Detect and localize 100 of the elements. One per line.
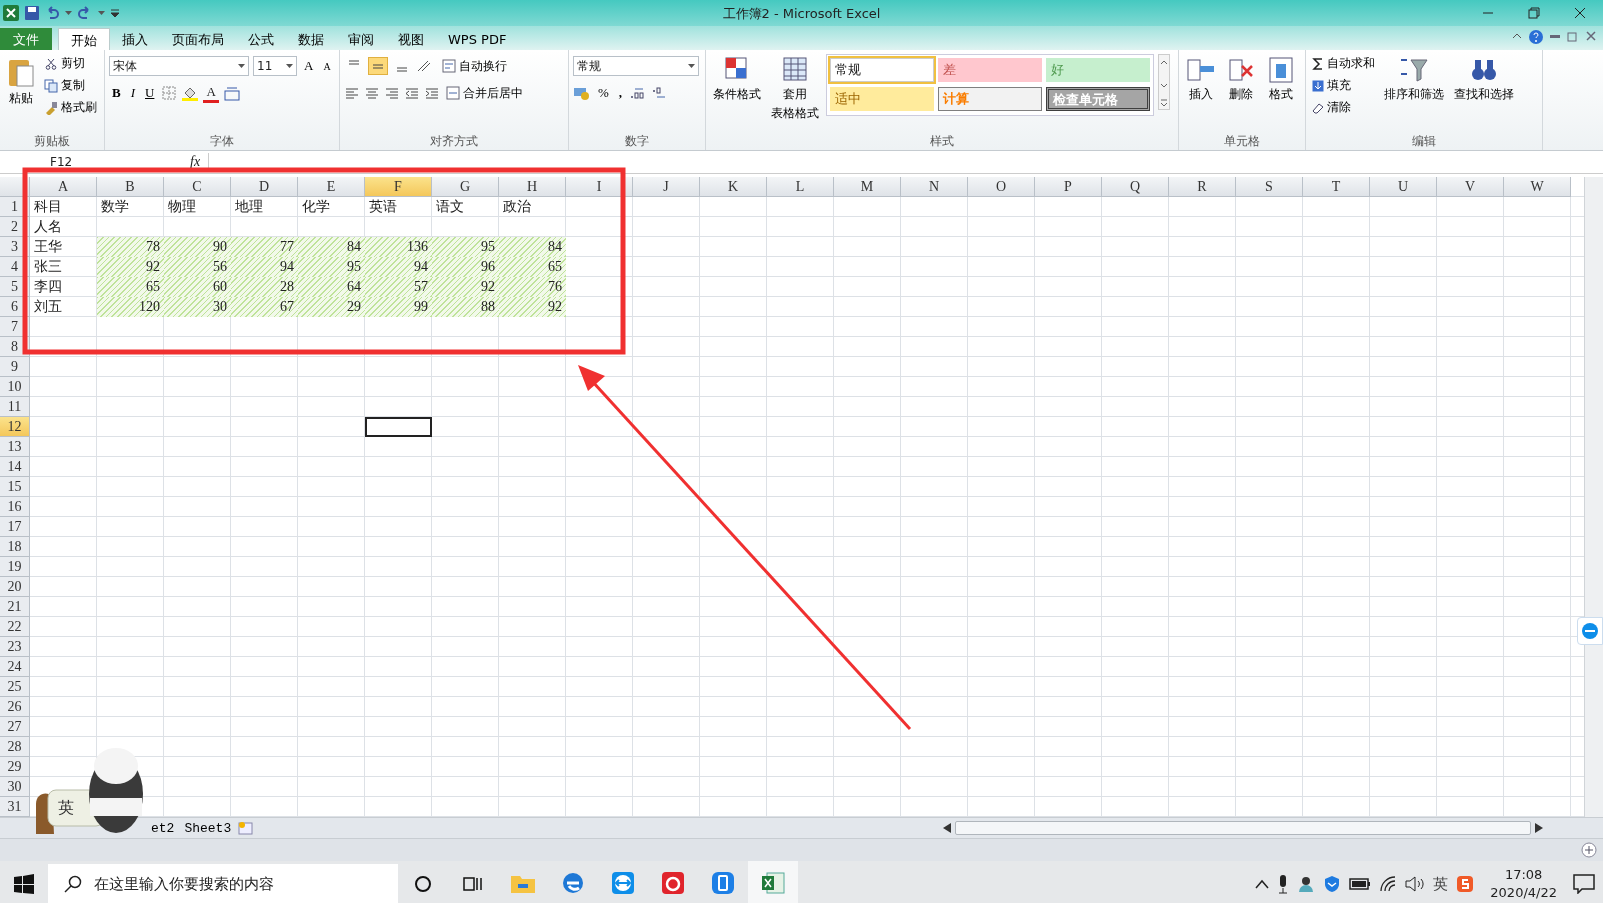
column-header[interactable]: G bbox=[432, 177, 499, 197]
column-header[interactable]: A bbox=[30, 177, 97, 197]
ribbon-tab[interactable]: 开始 bbox=[58, 28, 110, 50]
scroll-right-icon[interactable] bbox=[1535, 823, 1543, 833]
scroll-left-icon[interactable] bbox=[943, 823, 951, 833]
active-cell[interactable] bbox=[365, 417, 432, 437]
number-format-select[interactable]: 常规 bbox=[573, 56, 699, 76]
row-header[interactable]: 13 bbox=[0, 437, 30, 457]
save-icon[interactable] bbox=[25, 6, 39, 20]
font-size-select[interactable]: 11 bbox=[253, 56, 297, 76]
remote-arrows-icon[interactable] bbox=[1581, 622, 1599, 640]
row-header[interactable]: 22 bbox=[0, 617, 30, 637]
zoom-in-icon[interactable] bbox=[1581, 842, 1597, 858]
row-header[interactable]: 16 bbox=[0, 497, 30, 517]
comma-button[interactable]: , bbox=[615, 84, 626, 102]
vertical-scrollbar[interactable] bbox=[1584, 177, 1603, 817]
gallery-scroll-icon[interactable] bbox=[1158, 54, 1170, 110]
table-format-button[interactable]: 套用 表格格式 bbox=[768, 54, 822, 132]
task-view-icon[interactable] bbox=[463, 875, 483, 893]
redo-icon[interactable] bbox=[78, 6, 92, 20]
clear-button[interactable]: 清除 bbox=[1310, 98, 1377, 117]
taskbar-search-field[interactable]: 在这里输入你要搜索的内容 bbox=[48, 864, 398, 903]
restore-icon[interactable] bbox=[1567, 30, 1579, 42]
row-header[interactable]: 20 bbox=[0, 577, 30, 597]
decrease-indent-icon[interactable] bbox=[404, 86, 420, 100]
ribbon-tab[interactable]: WPS PDF bbox=[436, 28, 519, 50]
align-center-icon[interactable] bbox=[364, 86, 380, 100]
column-header[interactable]: U bbox=[1370, 177, 1437, 197]
sort-filter-button[interactable]: 排序和筛选 bbox=[1381, 54, 1447, 132]
shield-icon[interactable] bbox=[1323, 875, 1342, 893]
fill-color-icon[interactable] bbox=[181, 85, 200, 101]
row-header[interactable]: 12 bbox=[0, 417, 30, 437]
row-header[interactable]: 24 bbox=[0, 657, 30, 677]
clock[interactable]: 17:08 2020/4/22 bbox=[1482, 866, 1565, 902]
paste-button[interactable]: 粘贴 bbox=[4, 54, 38, 132]
row-header[interactable]: 28 bbox=[0, 737, 30, 757]
sheet-tab[interactable]: et2 bbox=[148, 820, 178, 836]
conditional-format-button[interactable]: 条件格式 bbox=[710, 54, 764, 132]
underline-button[interactable]: U bbox=[142, 84, 158, 102]
row-header[interactable]: 21 bbox=[0, 597, 30, 617]
help-icon[interactable] bbox=[1529, 30, 1543, 44]
chevron-up-icon[interactable] bbox=[1255, 879, 1270, 889]
column-header[interactable]: L bbox=[767, 177, 834, 197]
delete-cells-button[interactable]: 删除 bbox=[1223, 54, 1259, 132]
column-header[interactable]: F bbox=[365, 177, 432, 197]
column-header[interactable]: R bbox=[1169, 177, 1236, 197]
increase-indent-icon[interactable] bbox=[424, 86, 440, 100]
row-header[interactable]: 25 bbox=[0, 677, 30, 697]
fill-button[interactable]: 填充 bbox=[1310, 76, 1377, 95]
font-select[interactable]: 宋体 bbox=[109, 56, 249, 76]
file-menu-tab[interactable]: 文件 bbox=[0, 28, 52, 50]
remote-tab-button[interactable] bbox=[1577, 617, 1603, 645]
grow-font-button[interactable]: A bbox=[301, 57, 317, 75]
ribbon-tab[interactable]: 审阅 bbox=[336, 28, 386, 50]
insert-cells-button[interactable]: 插入 bbox=[1183, 54, 1219, 132]
merge-center-button[interactable]: 合并后居中 bbox=[444, 83, 525, 103]
sheet-tab[interactable]: Sheet3 bbox=[181, 820, 235, 836]
taskbar-app-button[interactable] bbox=[748, 861, 798, 903]
column-header[interactable]: Q bbox=[1102, 177, 1169, 197]
row-header[interactable]: 31 bbox=[0, 797, 30, 817]
column-header[interactable]: I bbox=[566, 177, 633, 197]
person-icon[interactable] bbox=[1297, 875, 1316, 893]
row-header[interactable]: 23 bbox=[0, 637, 30, 657]
autosum-button[interactable]: 自动求和 bbox=[1310, 54, 1377, 73]
column-header[interactable]: W bbox=[1504, 177, 1571, 197]
microphone-icon[interactable] bbox=[1277, 874, 1290, 894]
column-header[interactable]: H bbox=[499, 177, 566, 197]
battery-icon[interactable] bbox=[1349, 878, 1372, 890]
cell-style-option[interactable]: 适中 bbox=[830, 86, 934, 111]
column-header[interactable]: M bbox=[834, 177, 901, 197]
italic-button[interactable]: I bbox=[127, 84, 138, 102]
ribbon-tab[interactable]: 页面布局 bbox=[160, 28, 236, 50]
column-header[interactable]: C bbox=[164, 177, 231, 197]
column-header[interactable]: N bbox=[901, 177, 968, 197]
shrink-font-button[interactable]: A bbox=[320, 59, 334, 73]
ribbon-tab[interactable]: 插入 bbox=[110, 28, 160, 50]
ribbon-tab[interactable]: 数据 bbox=[286, 28, 336, 50]
input-method-app-icon[interactable] bbox=[1456, 875, 1475, 893]
column-header[interactable]: B bbox=[97, 177, 164, 197]
align-left-icon[interactable] bbox=[344, 86, 360, 100]
row-header[interactable]: 14 bbox=[0, 457, 30, 477]
cut-button[interactable]: 剪切 bbox=[42, 54, 99, 73]
wifi-icon[interactable] bbox=[1379, 876, 1398, 892]
font-color-button[interactable]: A bbox=[203, 83, 219, 103]
row-header[interactable]: 10 bbox=[0, 377, 30, 397]
cell-style-option[interactable]: 常规 bbox=[830, 58, 934, 82]
percent-button[interactable]: % bbox=[595, 84, 612, 102]
format-painter-button[interactable]: 格式刷 bbox=[42, 98, 99, 117]
wrap-text-button[interactable]: 自动换行 bbox=[440, 56, 509, 76]
name-box[interactable]: F12 bbox=[0, 152, 140, 172]
row-header[interactable]: 29 bbox=[0, 757, 30, 777]
input-method-indicator[interactable]: 英 bbox=[1433, 874, 1449, 894]
row-header[interactable]: 15 bbox=[0, 477, 30, 497]
currency-icon[interactable] bbox=[573, 86, 591, 100]
cortana-circle-icon[interactable] bbox=[414, 875, 432, 893]
column-header[interactable]: S bbox=[1236, 177, 1303, 197]
volume-icon[interactable] bbox=[1405, 876, 1426, 892]
column-header[interactable]: T bbox=[1303, 177, 1370, 197]
ribbon-tab[interactable]: 公式 bbox=[236, 28, 286, 50]
copy-button[interactable]: 复制 bbox=[42, 76, 99, 95]
